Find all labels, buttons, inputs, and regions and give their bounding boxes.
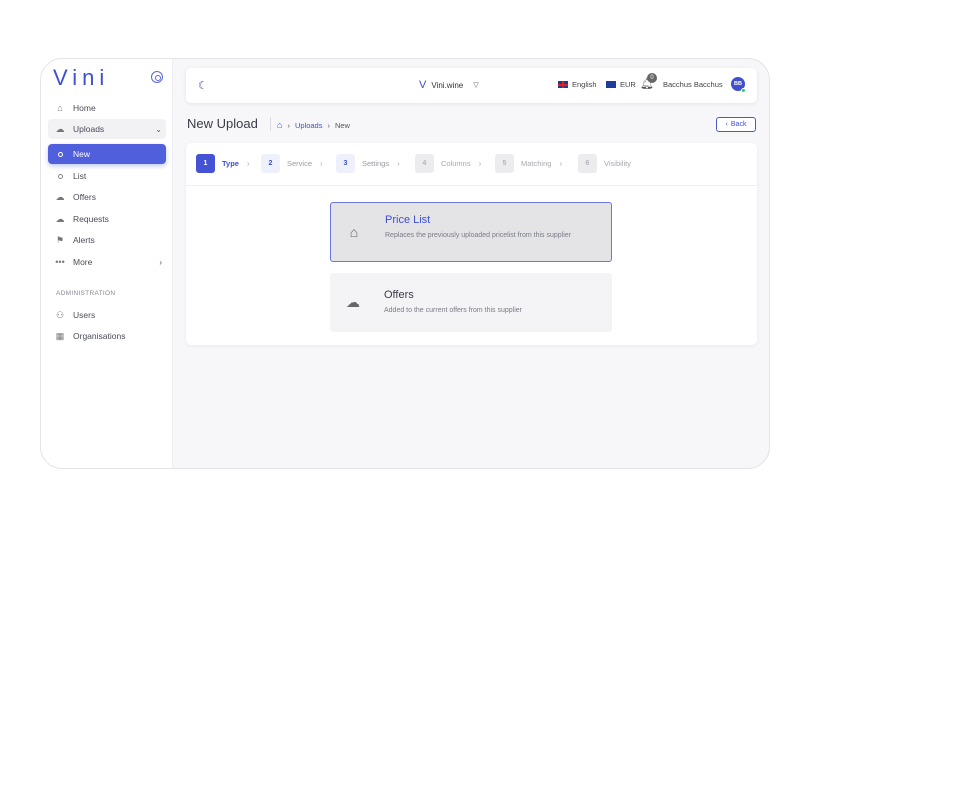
back-button[interactable]: ‹ Back bbox=[716, 117, 756, 132]
step-number: 5 bbox=[495, 154, 514, 173]
chevron-down-icon: ⌄ bbox=[155, 124, 162, 134]
sidebar-item-label: Offers bbox=[73, 192, 96, 202]
circle-icon bbox=[54, 149, 66, 159]
step-visibility: 6 Visibility bbox=[578, 154, 631, 173]
circle-icon bbox=[54, 171, 66, 181]
step-service[interactable]: 2 Service › bbox=[261, 154, 323, 173]
sidebar-item-label: Uploads bbox=[73, 124, 105, 134]
option-title: Offers bbox=[384, 289, 414, 301]
logo: Vini bbox=[53, 65, 110, 90]
step-label: Settings bbox=[362, 159, 390, 168]
breadcrumb-link-uploads[interactable]: Uploads bbox=[295, 121, 323, 130]
uk-flag-icon bbox=[558, 81, 568, 88]
cloud-upload-icon: ☁ bbox=[55, 123, 65, 134]
step-type[interactable]: 1 Type › bbox=[196, 154, 250, 173]
eu-flag-icon bbox=[606, 81, 616, 88]
step-label: Visibility bbox=[604, 159, 631, 168]
sidebar-item-label: Organisations bbox=[73, 331, 126, 341]
sidebar-item-home[interactable]: ⌂ Home bbox=[48, 98, 166, 118]
language-label: English bbox=[572, 80, 597, 89]
step-label: Service bbox=[287, 159, 313, 168]
sidebar-item-new[interactable]: New bbox=[48, 144, 166, 164]
sidebar-item-offers[interactable]: ☁ Offers bbox=[48, 187, 166, 207]
sidebar-item-requests[interactable]: ☁ Requests bbox=[48, 209, 166, 229]
sidebar-item-alerts[interactable]: ⚑ Alerts bbox=[48, 230, 166, 250]
online-status-icon bbox=[741, 88, 746, 93]
chevron-right-icon: › bbox=[397, 159, 400, 168]
app-window: Vini ⌂ Home ☁ Uploads ⌄ New List ☁ Offer… bbox=[40, 58, 770, 469]
sidebar-item-more[interactable]: ••• More › bbox=[48, 252, 166, 272]
notification-badge: 0 bbox=[647, 73, 657, 83]
more-icon: ••• bbox=[55, 257, 65, 267]
chevron-right-icon: › bbox=[246, 159, 250, 168]
chevron-right-icon: › bbox=[320, 159, 323, 168]
step-settings[interactable]: 3 Settings › bbox=[336, 154, 400, 173]
brand-name: Vini.wine bbox=[431, 80, 464, 90]
chevron-left-icon: ‹ bbox=[725, 121, 728, 128]
step-label: Matching bbox=[521, 159, 552, 168]
sidebar-item-label: List bbox=[73, 171, 87, 181]
brand-selector[interactable]: V Vini.wine ▽ bbox=[419, 79, 479, 91]
home-icon[interactable]: ⌂ bbox=[277, 120, 282, 130]
chevron-down-icon: ▽ bbox=[473, 82, 479, 89]
breadcrumb: ⌂ › Uploads › New bbox=[277, 120, 350, 130]
sidebar-item-label: Users bbox=[73, 310, 96, 320]
building-icon: ▦ bbox=[55, 330, 65, 341]
step-label: Columns bbox=[441, 159, 471, 168]
top-bar: ☾ V Vini.wine ▽ English EUR 🔔︎ 0 Bacchus… bbox=[186, 68, 757, 103]
page-title: New Upload bbox=[187, 116, 258, 131]
sidebar-item-uploads[interactable]: ☁ Uploads ⌄ bbox=[48, 119, 166, 139]
sidebar-item-list[interactable]: List bbox=[48, 166, 166, 186]
option-offers[interactable]: ☁ Offers Added to the current offers fro… bbox=[330, 273, 612, 332]
sidebar-item-label: Alerts bbox=[73, 235, 95, 245]
request-icon: ☁ bbox=[55, 213, 65, 224]
sidebar-item-organisations[interactable]: ▦ Organisations bbox=[48, 326, 166, 346]
step-number: 3 bbox=[336, 154, 355, 173]
sidebar-item-label: Home bbox=[73, 103, 96, 113]
chevron-right-icon: › bbox=[327, 120, 330, 130]
chevron-right-icon: › bbox=[478, 159, 482, 168]
users-icon: ⚇ bbox=[55, 309, 65, 320]
option-description: Replaces the previously uploaded priceli… bbox=[385, 232, 571, 239]
option-price-list[interactable]: ⌂ Price List Replaces the previously upl… bbox=[330, 202, 612, 262]
currency-label: EUR bbox=[620, 80, 636, 89]
cloud-add-icon: ☁ bbox=[346, 294, 360, 310]
language-selector[interactable]: English bbox=[558, 80, 597, 89]
step-number: 1 bbox=[196, 154, 215, 173]
breadcrumb-current: New bbox=[334, 120, 350, 130]
sidebar-item-label: More bbox=[73, 257, 93, 267]
price-list-icon: ⌂ bbox=[349, 224, 359, 240]
stepper: 1 Type › 2 Service › 3 Settings › 4 Colu… bbox=[186, 143, 757, 186]
option-title: Price List bbox=[385, 214, 431, 226]
brand-logo-icon: V bbox=[419, 79, 427, 91]
sidebar-item-users[interactable]: ⚇ Users bbox=[48, 305, 166, 325]
home-icon: ⌂ bbox=[57, 103, 63, 113]
step-number: 6 bbox=[578, 154, 597, 173]
step-number: 4 bbox=[415, 154, 434, 173]
alert-icon: ⚑ bbox=[55, 234, 65, 245]
option-description: Added to the current offers from this su… bbox=[384, 307, 522, 314]
sidebar: Vini ⌂ Home ☁ Uploads ⌄ New List ☁ Offer… bbox=[41, 59, 173, 468]
step-label: Type bbox=[222, 159, 239, 168]
section-label-administration: ADMINISTRATION bbox=[56, 290, 116, 297]
chevron-right-icon: › bbox=[559, 159, 563, 168]
currency-selector[interactable]: EUR bbox=[606, 80, 636, 89]
sidebar-item-label: New bbox=[73, 149, 91, 159]
step-number: 2 bbox=[261, 154, 280, 173]
divider bbox=[270, 117, 271, 131]
cloud-icon: ☁ bbox=[55, 191, 65, 202]
moon-icon[interactable]: ☾ bbox=[198, 79, 208, 92]
upload-card: 1 Type › 2 Service › 3 Settings › 4 Colu… bbox=[186, 143, 757, 345]
chevron-right-icon: › bbox=[287, 120, 290, 130]
user-name[interactable]: Bacchus Bacchus bbox=[663, 80, 723, 89]
back-label: Back bbox=[730, 121, 747, 128]
step-matching: 5 Matching › bbox=[495, 154, 562, 173]
chevron-right-icon: › bbox=[159, 257, 162, 267]
settings-icon[interactable] bbox=[151, 71, 163, 83]
step-columns: 4 Columns › bbox=[415, 154, 481, 173]
sidebar-item-label: Requests bbox=[73, 214, 109, 224]
